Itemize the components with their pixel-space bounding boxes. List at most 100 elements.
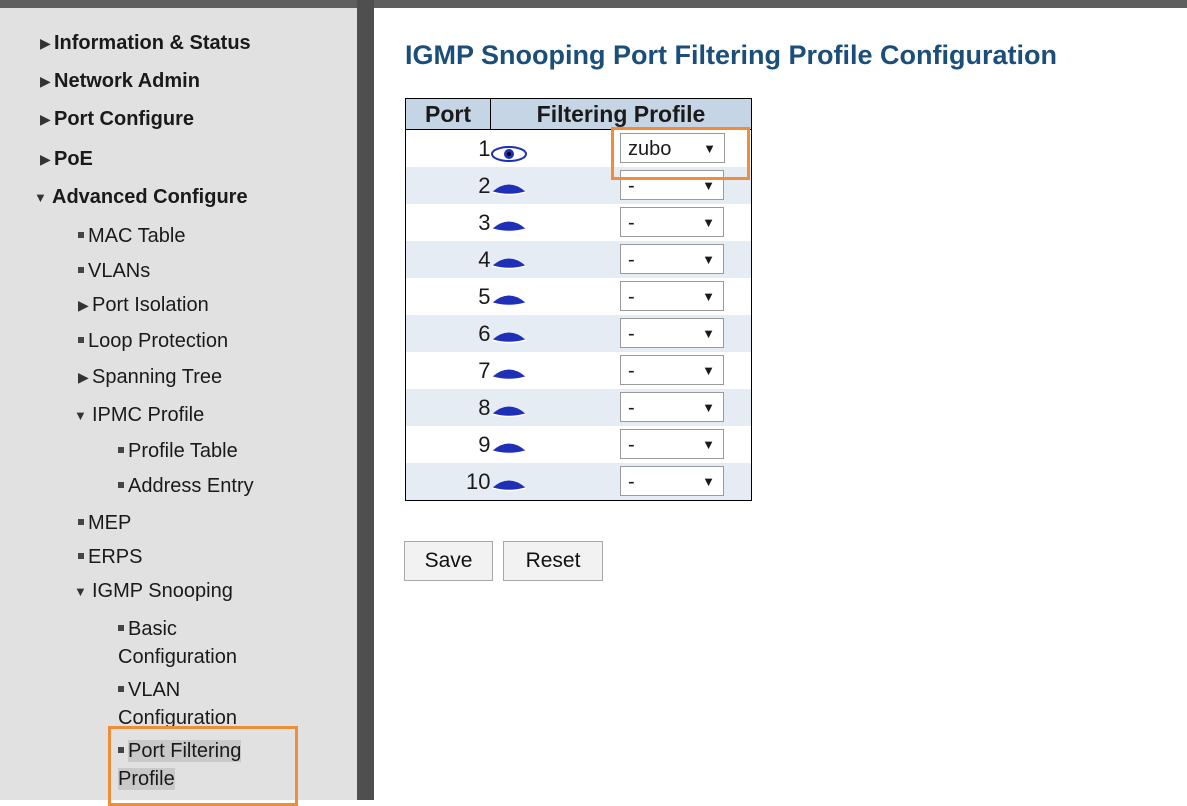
eye-icon[interactable] bbox=[491, 327, 527, 343]
profile-select-value: - bbox=[628, 249, 635, 271]
sidebar-item-label: Port Isolation bbox=[92, 294, 209, 316]
port-number: 5 bbox=[478, 283, 491, 309]
port-number: 4 bbox=[405, 241, 491, 278]
sidebar-item-network-admin[interactable]: ▶ Network Admin bbox=[40, 70, 200, 92]
highlight-box bbox=[611, 127, 750, 180]
port-number: 9 bbox=[478, 431, 491, 457]
sidebar-item-label: VLAN Configuration bbox=[118, 679, 237, 729]
sidebar-item-erps[interactable]: ERPS bbox=[78, 546, 142, 568]
chevron-down-icon: ▼ bbox=[702, 400, 715, 415]
bullet-icon bbox=[78, 232, 84, 238]
triangle-down-icon: ▼ bbox=[34, 190, 47, 205]
eye-icon[interactable] bbox=[491, 179, 527, 195]
chevron-down-icon: ▼ bbox=[702, 215, 715, 230]
triangle-right-icon: ▶ bbox=[78, 369, 89, 385]
eye-icon[interactable] bbox=[491, 438, 527, 454]
port-number: 10 bbox=[405, 463, 491, 501]
sidebar-item-igmp-snooping[interactable]: ▼ IGMP Snooping bbox=[74, 580, 233, 603]
eye-icon[interactable] bbox=[491, 475, 527, 491]
sidebar-divider bbox=[357, 0, 374, 800]
eye-icon[interactable] bbox=[491, 401, 527, 417]
profile-select-value: - bbox=[628, 434, 635, 456]
sidebar-item-basic-configuration[interactable]: Basic Configuration bbox=[118, 615, 288, 671]
sidebar-item-label: PoE bbox=[54, 148, 93, 170]
profile-select[interactable]: - ▼ bbox=[620, 429, 724, 459]
chevron-down-icon: ▼ bbox=[702, 289, 715, 304]
top-bar bbox=[0, 0, 1187, 8]
sidebar-item-loop-protection[interactable]: Loop Protection bbox=[78, 330, 228, 352]
profile-select-value: - bbox=[628, 471, 635, 493]
triangle-right-icon: ▶ bbox=[78, 297, 89, 313]
port-number: 8 bbox=[405, 389, 491, 426]
eye-icon[interactable] bbox=[491, 290, 527, 306]
sidebar-item-advanced-configure[interactable]: ▼ Advanced Configure bbox=[34, 186, 248, 209]
triangle-right-icon: ▶ bbox=[40, 111, 51, 127]
sidebar-item-ipmc-profile[interactable]: ▼ IPMC Profile bbox=[74, 404, 204, 427]
column-header-filtering-profile: Filtering Profile bbox=[490, 98, 752, 130]
triangle-right-icon: ▶ bbox=[40, 73, 51, 89]
profile-select-value: - bbox=[628, 360, 635, 382]
port-number: 7 bbox=[478, 357, 491, 383]
sidebar-item-profile-table[interactable]: Profile Table bbox=[118, 440, 238, 462]
profile-select-value: - bbox=[628, 286, 635, 308]
page-title: IGMP Snooping Port Filtering Profile Con… bbox=[405, 40, 1057, 70]
sidebar-item-label: Basic Configuration bbox=[118, 618, 237, 668]
sidebar-item-label: IPMC Profile bbox=[92, 404, 205, 426]
profile-select[interactable]: - ▼ bbox=[620, 355, 724, 385]
sidebar-item-label: Profile Table bbox=[128, 440, 238, 462]
sidebar-item-label: Spanning Tree bbox=[92, 366, 223, 388]
reset-button[interactable]: Reset bbox=[503, 541, 603, 581]
profile-select-value: - bbox=[628, 212, 635, 234]
sidebar-item-spanning-tree[interactable]: ▶ Spanning Tree bbox=[78, 366, 222, 388]
port-number: 1 bbox=[478, 135, 491, 161]
triangle-down-icon: ▼ bbox=[74, 408, 87, 423]
port-number: 6 bbox=[405, 315, 491, 352]
chevron-down-icon: ▼ bbox=[702, 363, 715, 378]
sidebar-item-vlans[interactable]: VLANs bbox=[78, 260, 150, 282]
profile-select[interactable]: - ▼ bbox=[620, 207, 724, 237]
bullet-icon bbox=[78, 267, 84, 273]
bullet-icon bbox=[118, 447, 124, 453]
sidebar-nav: ▶ Information & Status ▶ Network Admin ▶ Po… bbox=[0, 8, 357, 806]
triangle-right-icon: ▶ bbox=[40, 151, 51, 167]
profile-select[interactable]: - ▼ bbox=[620, 466, 724, 496]
sidebar-item-mac-table[interactable]: MAC Table bbox=[78, 225, 185, 247]
eye-icon[interactable] bbox=[491, 216, 527, 232]
bullet-icon bbox=[118, 482, 124, 488]
sidebar-item-port-isolation[interactable]: ▶ Port Isolation bbox=[78, 294, 209, 316]
sidebar-item-label: ERPS bbox=[88, 546, 143, 568]
profile-select[interactable]: - ▼ bbox=[620, 281, 724, 311]
sidebar-item-address-entry[interactable]: Address Entry bbox=[118, 475, 254, 497]
triangle-right-icon: ▶ bbox=[40, 35, 51, 51]
sidebar-item-port-configure[interactable]: ▶ Port Configure bbox=[40, 108, 194, 130]
sidebar-item-poe[interactable]: ▶ PoE bbox=[40, 148, 93, 170]
eye-icon[interactable] bbox=[491, 253, 527, 269]
sidebar-item-label: MAC Table bbox=[88, 225, 186, 247]
sidebar-item-label: Loop Protection bbox=[88, 330, 229, 352]
highlight-box bbox=[108, 726, 298, 806]
profile-select[interactable]: - ▼ bbox=[620, 318, 724, 348]
chevron-down-icon: ▼ bbox=[702, 326, 715, 341]
profile-select[interactable]: - ▼ bbox=[620, 392, 724, 422]
bullet-icon bbox=[118, 686, 124, 692]
profile-select-value: - bbox=[628, 323, 635, 345]
sidebar-item-vlan-configuration[interactable]: VLAN Configuration bbox=[118, 676, 288, 732]
triangle-down-icon: ▼ bbox=[74, 584, 87, 599]
sidebar-item-mep[interactable]: MEP bbox=[78, 512, 131, 534]
profile-select[interactable]: - ▼ bbox=[620, 244, 724, 274]
sidebar-item-label: Information & Status bbox=[54, 32, 251, 54]
sidebar-item-label: Advanced Configure bbox=[52, 186, 248, 208]
sidebar-item-label: Network Admin bbox=[54, 70, 200, 92]
port-number: 3 bbox=[478, 209, 491, 235]
sidebar-item-label: Port Configure bbox=[54, 108, 194, 130]
bullet-icon bbox=[78, 519, 84, 525]
chevron-down-icon: ▼ bbox=[702, 437, 715, 452]
eye-icon[interactable] bbox=[490, 142, 527, 162]
sidebar-item-label: IGMP Snooping bbox=[92, 580, 233, 602]
sidebar-item-information-status[interactable]: ▶ Information & Status bbox=[40, 32, 251, 54]
eye-icon[interactable] bbox=[491, 364, 527, 380]
save-button[interactable]: Save bbox=[404, 541, 493, 581]
column-header-port: Port bbox=[405, 98, 491, 130]
bullet-icon bbox=[78, 337, 84, 343]
bullet-icon bbox=[118, 625, 124, 631]
